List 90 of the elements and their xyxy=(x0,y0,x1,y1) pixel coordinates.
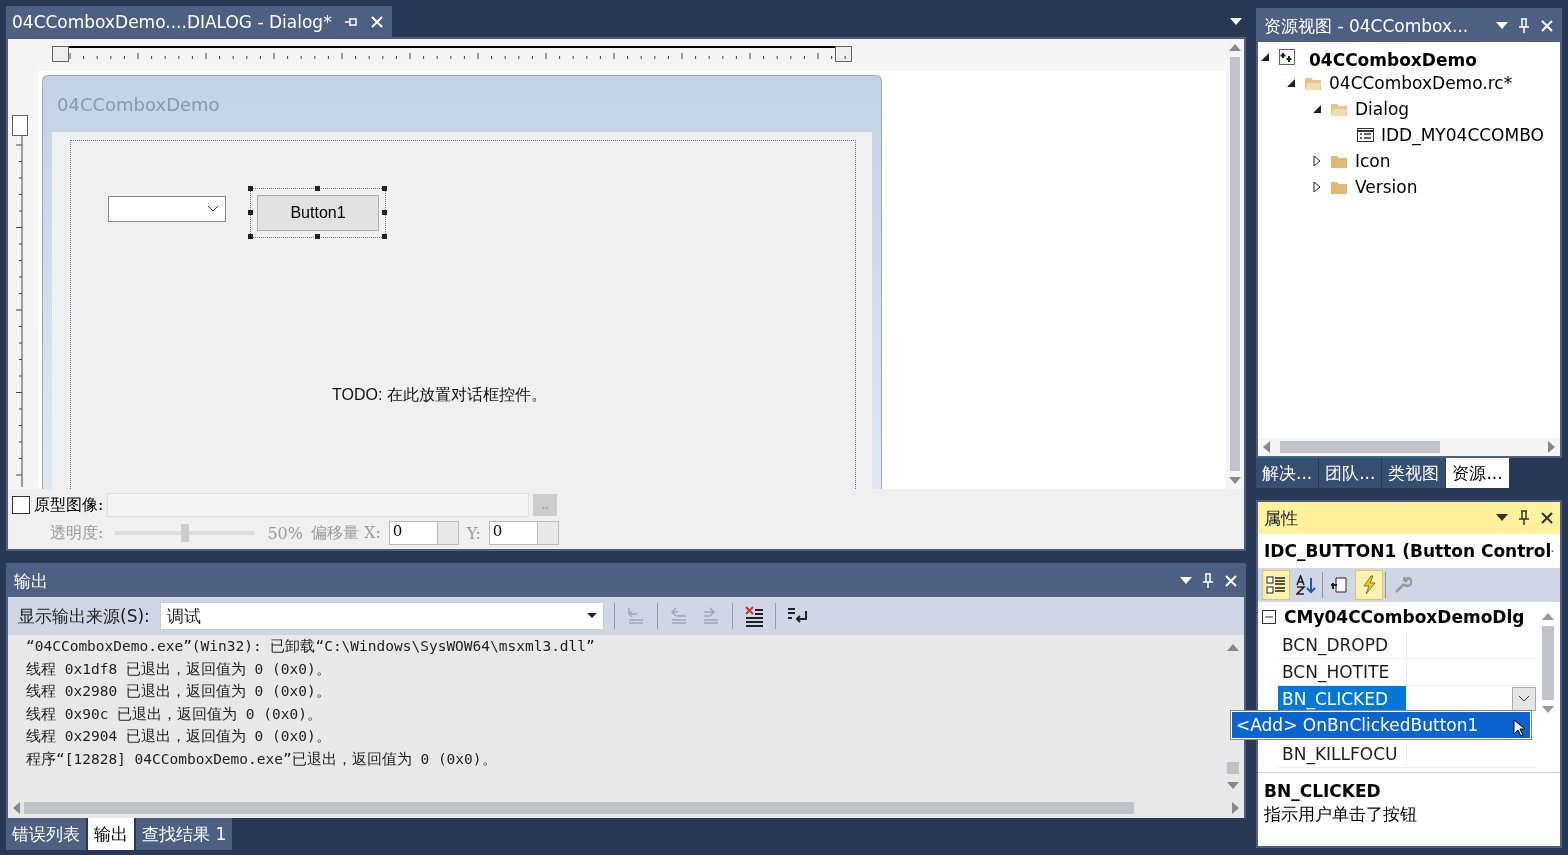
scroll-left-icon[interactable] xyxy=(1262,441,1270,453)
project-icon xyxy=(1278,48,1297,66)
description-title: BN_CLICKED xyxy=(1264,781,1382,801)
output-line: 线程 0x1df8 已退出，返回值为 0 (0x0)。 xyxy=(26,659,332,679)
dropdown-button[interactable] xyxy=(1512,687,1536,711)
scroll-right-icon[interactable] xyxy=(1548,441,1556,453)
scroll-up-icon[interactable] xyxy=(1227,643,1239,651)
expanded-arrow-icon[interactable] xyxy=(1286,78,1296,88)
scrollbar-thumb[interactable] xyxy=(1542,626,1554,700)
output-line: 线程 0x2904 已退出，返回值为 0 (0x0)。 xyxy=(26,727,332,746)
scroll-down-icon[interactable] xyxy=(1229,477,1241,485)
output-line: 程序“[12828] 04CComboxDemo.exe”已退出，返回值为 0 (0x0)。 xyxy=(26,749,498,769)
panel-tab[interactable]: 资源... xyxy=(1446,458,1509,488)
slider-label: 透明度: xyxy=(50,522,104,544)
offset-y-label: Y: xyxy=(466,523,481,543)
scroll-down-icon[interactable] xyxy=(1542,706,1554,714)
dialog-title: 04CComboxDemo xyxy=(56,92,221,117)
scroll-down-icon[interactable] xyxy=(1227,782,1239,790)
expanded-arrow-icon[interactable] xyxy=(1312,104,1322,114)
panel-tab[interactable]: 输出 xyxy=(88,818,134,850)
checkbox[interactable] xyxy=(12,496,30,514)
selection-handles[interactable] xyxy=(250,188,386,238)
output-line: 线程 0x2980 已退出，返回值为 0 (0x0)。 xyxy=(26,682,332,701)
dialog-icon xyxy=(1356,126,1375,144)
slider-thumb[interactable] xyxy=(181,524,190,542)
scroll-right-icon[interactable] xyxy=(1232,802,1240,814)
scroll-left-icon[interactable] xyxy=(12,802,20,814)
output-line: “04CComboxDemo.exe”(Win32): 已卸载“C:\Windows\SysWOW64\msxml3.dll” xyxy=(26,637,596,656)
tree-item[interactable]: Icon xyxy=(1355,151,1391,171)
static-text: TODO: 在此放置对话框控件。 xyxy=(332,385,547,405)
slider-value: 50% xyxy=(267,523,303,543)
sort-icon xyxy=(1296,575,1316,595)
close-icon[interactable] xyxy=(1540,511,1554,525)
panel-title: 属性 xyxy=(1264,506,1298,530)
tree-item[interactable]: Dialog xyxy=(1355,99,1410,119)
horizontal-scrollbar[interactable] xyxy=(1258,438,1560,456)
panel-tab[interactable]: 团队... xyxy=(1319,458,1382,488)
chevron-down-icon xyxy=(1518,695,1530,703)
document-tab[interactable]: 04CComboxDemo....DIALOG - Dialog* xyxy=(6,6,392,37)
field-label: 显示输出来源(S): xyxy=(18,604,150,628)
tab-title: 04CComboxDemo....DIALOG - Dialog* xyxy=(12,11,332,32)
pin-icon[interactable] xyxy=(1518,510,1530,526)
scrollbar-thumb[interactable] xyxy=(1230,57,1240,471)
property-name[interactable]: BCN_HOTITE xyxy=(1278,659,1407,685)
panel-title: 资源视图 - 04CCombox... xyxy=(1264,14,1469,38)
categorized-button[interactable] xyxy=(1262,570,1290,600)
tree-item[interactable]: 04CComboxDemo xyxy=(1303,44,1483,70)
dropdown-icon[interactable] xyxy=(1496,22,1508,30)
offset-x-spinbox[interactable]: 0 xyxy=(388,521,459,545)
tree-item[interactable]: 04CComboxDemo.rc* xyxy=(1329,73,1513,93)
property-name[interactable]: BCN_DROPD xyxy=(1278,632,1407,658)
collapse-icon[interactable] xyxy=(1262,610,1276,624)
dropdown-option[interactable]: <Add> OnBnClickedButton1 xyxy=(1232,712,1530,738)
tree-item[interactable]: IDD_MY04CCOMBO xyxy=(1381,125,1544,145)
caret-icon xyxy=(586,613,597,619)
dropdown-icon[interactable] xyxy=(1496,514,1508,522)
panel-tab[interactable]: 解决... xyxy=(1256,458,1319,488)
scrollbar-thumb[interactable] xyxy=(24,802,1134,814)
dropdown-icon[interactable] xyxy=(1180,577,1192,585)
offset-y-spinbox[interactable]: 0 xyxy=(488,521,559,545)
chevron-down-icon xyxy=(207,205,219,213)
tree-item[interactable]: Version xyxy=(1355,177,1418,197)
combo-box[interactable] xyxy=(108,196,226,222)
source-dropdown[interactable]: 调试 xyxy=(159,602,604,630)
collapsed-arrow-icon[interactable] xyxy=(1313,155,1321,167)
dropdown-icon[interactable] xyxy=(1230,17,1242,26)
category-name: CMy04CComboxDemoDlg xyxy=(1284,607,1525,627)
panel-title: 输出 xyxy=(14,569,48,593)
property-name[interactable]: BN_KILLFOCU xyxy=(1278,741,1407,767)
scrollbar-thumb[interactable] xyxy=(1280,441,1440,453)
panel-tab[interactable]: 错误列表 xyxy=(6,818,86,850)
mouse-cursor-icon xyxy=(1513,719,1525,737)
property-name[interactable]: BN_CLICKED xyxy=(1278,686,1407,712)
vertical-scrollbar[interactable] xyxy=(1226,39,1244,489)
scroll-up-icon[interactable] xyxy=(1542,612,1554,620)
panel-tab[interactable]: 类视图 xyxy=(1382,458,1446,488)
output-line: 线程 0x90c 已退出，返回值为 0 (0x0)。 xyxy=(26,704,323,724)
panel-tab[interactable]: 查找结果 1 xyxy=(136,818,233,850)
object-selector[interactable]: IDC_BUTTON1 (Button Control xyxy=(1258,534,1560,568)
scroll-up-icon[interactable] xyxy=(1229,43,1241,51)
clear-all-icon[interactable] xyxy=(742,605,765,627)
description-text: 指示用户单击了按钮 xyxy=(1264,803,1418,826)
expanded-arrow-icon[interactable] xyxy=(1260,52,1270,62)
property-pages-icon xyxy=(1329,575,1349,595)
collapsed-arrow-icon[interactable] xyxy=(1313,181,1321,193)
offset-x-label: 偏移量 X: xyxy=(310,522,381,544)
categorized-icon xyxy=(1266,575,1286,595)
button[interactable]: Button1 xyxy=(257,195,379,231)
checkbox-label: 原型图像: xyxy=(34,494,104,516)
scrollbar-thumb[interactable] xyxy=(1227,762,1239,774)
